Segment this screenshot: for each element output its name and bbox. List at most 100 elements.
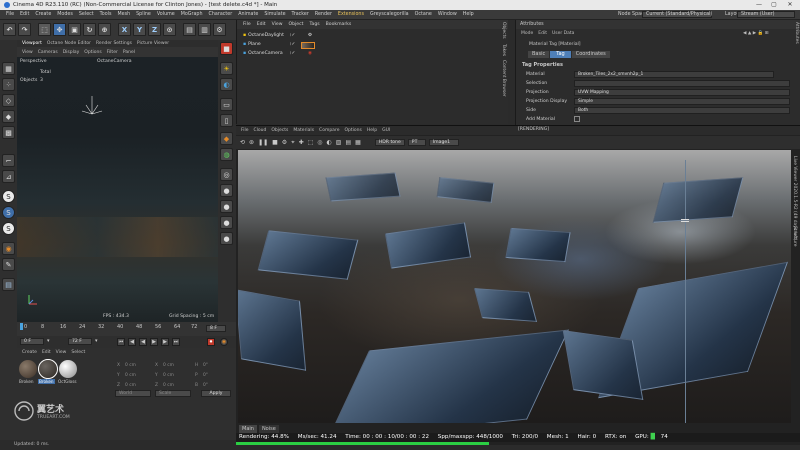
prev-key-button[interactable]: ◀ [128,338,136,346]
layout-select[interactable]: Stream (User) [737,11,795,18]
focus-icon[interactable]: ◎ [317,139,322,146]
scale-tool-icon[interactable]: ▣ [68,23,81,36]
s-tool-icon[interactable]: S [2,222,15,235]
coord-value-field[interactable]: 0° [203,383,208,388]
coord-value-field[interactable]: 0 cm [163,373,174,378]
viewport-menu-filter[interactable]: Filter [107,50,118,55]
menu-animate[interactable]: Animate [238,12,258,17]
camera-tag-icon[interactable]: ◉ [308,50,312,58]
current-frame-field[interactable]: 8 F [206,325,226,332]
stop-icon[interactable]: ■ [272,139,278,146]
s-tool-icon[interactable]: S [2,190,15,203]
viewport-menu-view[interactable]: View [22,50,33,55]
nav-arrows-icon[interactable]: ◀ ▲ ▶ 🔒 ⊞ [743,31,768,36]
tab-coordinates[interactable]: Coordinates [571,51,610,58]
sphere-icon[interactable]: ● [220,232,233,245]
mat-menu-view[interactable]: View [56,350,67,355]
sculpt-icon[interactable]: ◉ [2,242,15,255]
menu-help[interactable]: Help [463,12,474,17]
viewport-menu-display[interactable]: Display [63,50,80,55]
settings-icon[interactable]: ⚙ [282,139,287,146]
obj-menu-tags[interactable]: Tags [309,22,319,27]
octane-texture-icon[interactable]: ▭ [220,98,233,111]
side-tab-content-browser[interactable]: Content Browser [501,60,506,97]
menu-file[interactable]: File [6,12,14,17]
tab-octane-node-editor[interactable]: Octane Node Editor [47,41,91,46]
material-swatch[interactable] [19,360,37,378]
render-settings-icon[interactable]: ⚙ [213,23,226,36]
end-frame-field[interactable]: 72 F [68,338,92,345]
coord-value-field[interactable]: 0 cm [163,363,174,368]
timeline-playhead[interactable] [20,323,23,330]
minimize-button[interactable]: — [752,0,766,10]
next-key-button[interactable]: ▶ [161,338,169,346]
apply-button[interactable]: Apply [201,390,231,397]
side-tab-attributes[interactable]: Attributes [794,22,799,44]
visibility-icon[interactable]: ⁝✓ [290,32,295,40]
octane-menu-gui[interactable]: GUI [382,128,390,133]
projection-display-select[interactable]: Simple [574,98,790,105]
octane-menu-materials[interactable]: Materials [293,128,314,133]
tonemap-icon[interactable]: ▨ [336,139,342,146]
cube-icon[interactable]: ▦ [2,62,15,75]
mat-menu-create[interactable]: Create [22,350,37,355]
s-tool-icon[interactable]: S [2,206,15,219]
select-tool-icon[interactable]: ⬚ [38,23,51,36]
uv-mode-icon[interactable]: ▩ [2,126,15,139]
side-select[interactable]: Both [574,107,790,114]
menu-window[interactable]: Window [438,12,457,17]
edges-mode-icon[interactable]: ◇ [2,94,15,107]
obj-menu-view[interactable]: View [272,22,283,27]
menu-select[interactable]: Select [79,12,94,17]
z-axis-button[interactable]: Z [148,23,161,36]
sphere-icon[interactable]: ● [220,200,233,213]
layers-icon[interactable]: ▤ [2,278,15,291]
coordinate-system-icon[interactable]: ⊙ [163,23,176,36]
sphere-icon[interactable]: ● [220,184,233,197]
octane-menu-objects[interactable]: Objects [271,128,288,133]
autokey-button[interactable]: ◉ [220,338,228,346]
points-mode-icon[interactable]: ⁘ [2,78,15,91]
close-button[interactable]: ✕ [783,0,797,10]
menu-spline[interactable]: Spline [136,12,151,17]
tab-render-settings[interactable]: Render Settings [96,41,132,46]
y-axis-button[interactable]: Y [133,23,146,36]
redo-button[interactable]: ↷ [18,23,31,36]
workplane-icon[interactable]: ⌐ [2,154,15,167]
play-reverse-button[interactable]: ◀ [139,338,147,346]
octane-light-icon[interactable]: ◎ [220,168,233,181]
material-link-field[interactable]: Broken_Tiles_2x2_smvnh2p_1 [574,71,774,78]
side-tab-objects[interactable]: Objects [501,22,506,39]
coord-value-field[interactable]: 0 cm [163,383,174,388]
octane-camera-icon[interactable]: ◐ [220,78,233,91]
side-tab-takes[interactable]: Takes [501,44,506,56]
object-row[interactable]: ▪ OctaneDaylight ⁝✓ ⚙ [243,32,505,40]
menu-edit[interactable]: Edit [20,12,29,17]
coord-value-field[interactable]: 0 cm [125,383,136,388]
x-axis-button[interactable]: X [118,23,131,36]
obj-menu-file[interactable]: File [243,22,251,27]
object-row[interactable]: ▪ OctaneCamera ⁝✓ ◉ [243,50,505,58]
tone-select[interactable]: HDR tone [374,139,405,146]
render-image[interactable] [238,150,791,423]
recent-tool-icon[interactable]: ⊕ [98,23,111,36]
attr-menu-user-data[interactable]: User Data [552,31,574,36]
snap-icon[interactable]: ⊿ [2,170,15,183]
viewport-menu-cameras[interactable]: Cameras [38,50,58,55]
coord-system-select[interactable]: World [115,390,151,397]
node-space-select[interactable]: Current (Standard/Physical) [642,11,712,18]
undo-button[interactable]: ↶ [3,23,16,36]
render-view-icon[interactable]: ▤ [183,23,196,36]
viewport-menu-options[interactable]: Options [84,50,101,55]
coord-value-field[interactable]: 0 cm [125,363,136,368]
move-tool-icon[interactable]: ✥ [53,23,66,36]
octane-menu-options[interactable]: Options [344,128,361,133]
material-tag-icon[interactable] [301,41,315,49]
stepper-icon[interactable]: ▾ [95,338,98,344]
octane-menu-file[interactable]: File [241,128,249,133]
tag-icon[interactable]: ⚙ [308,32,312,40]
tab-viewport[interactable]: Viewport [22,41,42,46]
maximize-button[interactable]: ▢ [767,0,781,10]
paint-icon[interactable]: ✎ [2,258,15,271]
lock-icon[interactable]: ⌖ [291,139,294,147]
